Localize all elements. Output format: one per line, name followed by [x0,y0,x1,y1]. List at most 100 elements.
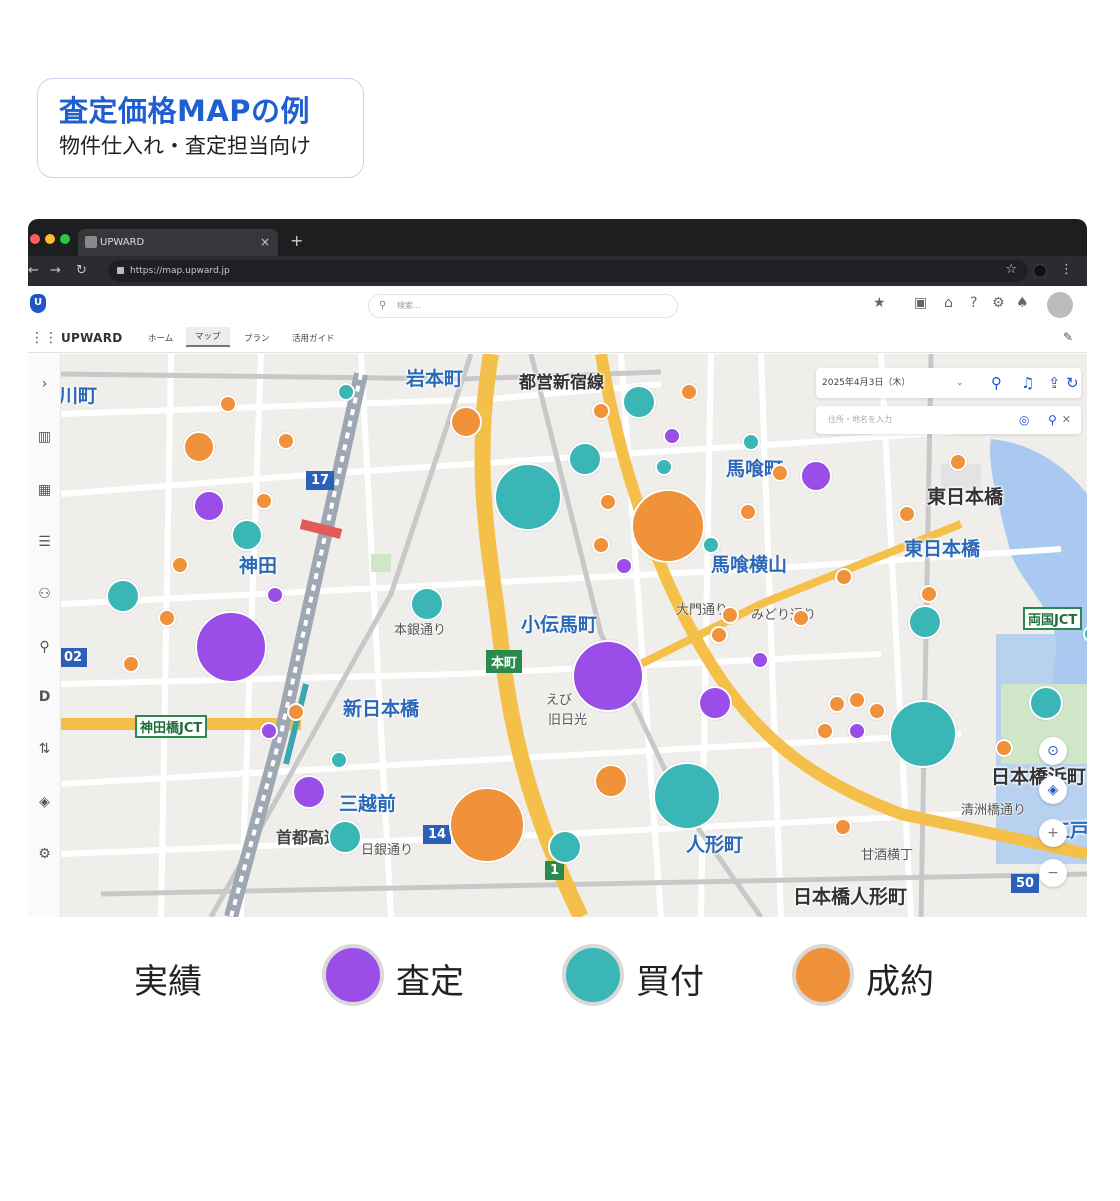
purchase-marker[interactable] [889,700,957,768]
browser-menu-icon[interactable]: ⋮ [1060,262,1073,277]
purchase-marker[interactable] [231,519,263,551]
close-window-icon[interactable] [30,234,40,244]
contract-marker[interactable] [920,585,938,603]
purchase-marker[interactable] [655,458,673,476]
assessment-marker[interactable] [572,640,644,712]
purchase-marker[interactable] [337,383,355,401]
settings-icon[interactable]: ⚙ [992,295,1005,311]
address-search-input[interactable]: 住所・地名を入力 ◎ ⚲ ✕ [816,406,1081,434]
profile-icon[interactable] [1033,264,1047,278]
contract-marker[interactable] [255,492,273,510]
search-sidebar-icon[interactable]: ⚲ [28,639,61,655]
purchase-marker[interactable] [622,385,656,419]
menu-tab-home[interactable]: ホーム [148,332,173,344]
d-icon[interactable]: D [28,689,61,705]
contract-marker[interactable] [631,489,705,563]
zoom-in-button[interactable]: + [1039,819,1067,847]
contract-marker[interactable] [219,395,237,413]
forward-icon[interactable]: → [50,263,61,278]
purchase-marker[interactable] [410,587,444,621]
contract-marker[interactable] [721,606,739,624]
back-icon[interactable]: ← [28,263,39,278]
contract-marker[interactable] [828,695,846,713]
assessment-marker[interactable] [195,611,267,683]
contract-marker[interactable] [898,505,916,523]
contract-marker[interactable] [158,609,176,627]
contract-marker[interactable] [868,702,886,720]
map-search-icon[interactable]: ⚲ [991,368,1002,398]
reload-icon[interactable]: ↻ [76,263,87,278]
menu-tab-plan[interactable]: プラン [244,332,270,344]
contract-marker[interactable] [680,383,698,401]
purchase-marker[interactable] [702,536,720,554]
contract-marker[interactable] [949,453,967,471]
close-tab-icon[interactable]: × [260,229,270,256]
assessment-marker[interactable] [751,651,769,669]
contract-marker[interactable] [739,503,757,521]
zoom-out-button[interactable]: − [1039,859,1067,887]
new-tab-icon[interactable]: + [290,231,303,250]
chart-icon[interactable]: ▥ [28,429,61,445]
contract-marker[interactable] [277,432,295,450]
browser-tab[interactable]: UPWARD × [78,229,278,256]
minimize-window-icon[interactable] [45,234,55,244]
contract-marker[interactable] [449,787,525,863]
settings-sidebar-icon[interactable]: ⚙ [28,846,61,862]
contract-marker[interactable] [816,722,834,740]
current-location-icon[interactable]: ◈ [1039,776,1067,804]
purchase-marker[interactable] [568,442,602,476]
contract-marker[interactable] [599,493,617,511]
contract-marker[interactable] [834,818,852,836]
contract-marker[interactable] [710,626,728,644]
list-icon[interactable]: ☰ [28,534,61,550]
url-field[interactable]: https://map.upward.jp [108,260,1028,282]
menu-tab-guide[interactable]: 活用ガイド [292,332,335,344]
assessment-marker[interactable] [698,686,732,720]
assessment-marker[interactable] [615,557,633,575]
purchase-marker[interactable] [330,751,348,769]
close-icon[interactable]: ✕ [1062,406,1071,434]
purchase-marker[interactable] [548,830,582,864]
contract-marker[interactable] [183,431,215,463]
expand-sidebar-icon[interactable]: › [28,376,61,392]
contract-marker[interactable] [171,556,189,574]
route-icon[interactable]: ⇅ [28,741,61,757]
assessment-marker[interactable] [848,722,866,740]
chevron-down-icon[interactable]: ⌄ [956,368,964,398]
avatar[interactable] [1047,292,1073,318]
assessment-marker[interactable] [800,460,832,492]
contract-marker[interactable] [592,402,610,420]
calendar-icon[interactable]: ▦ [28,482,61,498]
refresh-icon[interactable]: ↻ [1066,368,1079,398]
contract-marker[interactable] [594,764,628,798]
assessment-marker[interactable] [260,722,278,740]
contract-marker[interactable] [771,464,789,482]
purchase-marker[interactable] [1029,686,1063,720]
address-search-icon[interactable]: ⚲ [1048,406,1057,434]
assessment-marker[interactable] [193,490,225,522]
apps-icon[interactable]: ▣ [914,295,927,311]
map-area[interactable]: 岩本町 都営新宿線 馬喰町 東日本橋 東日本橋 馬喰横山 神田 小伝馬町 本町 … [61,354,1087,917]
contract-marker[interactable] [835,568,853,586]
bell-icon[interactable]: ♫ [1021,368,1034,398]
contract-marker[interactable] [592,536,610,554]
users-icon[interactable]: ⚇ [28,586,61,602]
edit-icon[interactable]: ✎ [1063,330,1073,344]
maximize-window-icon[interactable] [60,234,70,244]
bookmark-star-icon[interactable]: ☆ [1005,262,1017,277]
contract-marker[interactable] [848,691,866,709]
layers-icon[interactable]: ◈ [28,794,61,810]
contract-marker[interactable] [995,739,1013,757]
purchase-marker[interactable] [742,433,760,451]
date-panel[interactable]: 2025年4月3日（木） ⌄ ⚲ ♫ ⇪ ↻ [816,368,1081,398]
search-input[interactable]: ⚲ 検索... [368,294,678,318]
menu-tab-map[interactable]: マップ [186,327,230,347]
purchase-marker[interactable] [106,579,140,613]
help-icon[interactable]: ? [970,295,977,311]
upward-logo-icon[interactable]: U [30,294,46,313]
contract-marker[interactable] [287,703,305,721]
grid-menu-icon[interactable]: ⋮⋮ [30,330,58,346]
home-alert-icon[interactable]: ⌂ [944,295,953,311]
pin-icon[interactable]: ⊙ [1039,737,1067,765]
contract-marker[interactable] [122,655,140,673]
